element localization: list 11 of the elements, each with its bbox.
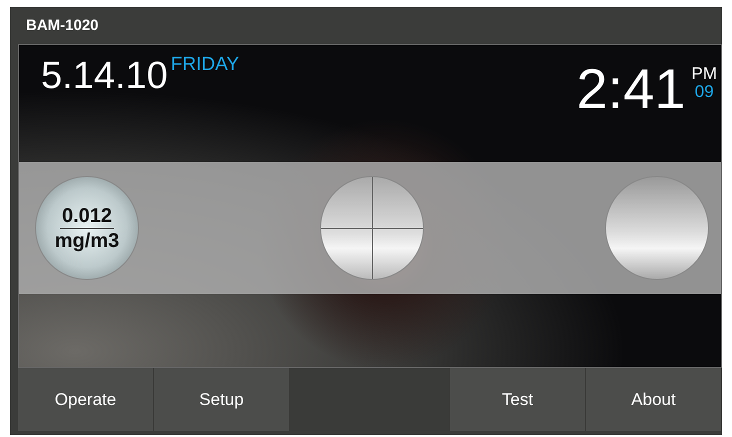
window-title: BAM-1020 [26,17,99,34]
nav-button[interactable]: Test [450,368,586,431]
weekday-text: FRIDAY [170,55,240,75]
date-text: 5.14.10 [41,55,168,97]
nav-button[interactable]: About [586,368,722,431]
nav-button[interactable]: Setup [154,368,290,431]
meridiem-text: PM [692,65,717,83]
nav-button[interactable]: Operate [18,368,154,431]
seconds-text: 09 [694,83,714,101]
reading-gauge[interactable]: 0.012 mg/m3 [35,176,139,280]
time-text: 2:41 [576,59,686,119]
